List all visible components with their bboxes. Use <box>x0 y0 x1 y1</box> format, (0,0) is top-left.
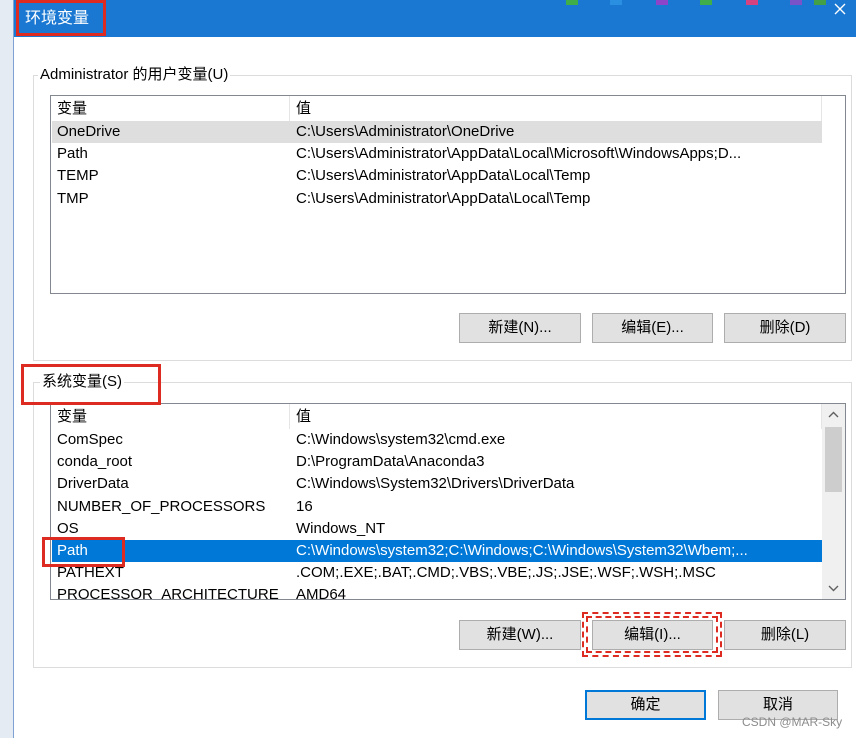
variable-value: AMD64 <box>296 586 347 600</box>
background-window-icon <box>700 0 712 5</box>
annotation-box-system-label <box>21 364 161 405</box>
close-icon <box>834 3 846 15</box>
variable-name: OneDrive <box>57 123 121 140</box>
variable-value: D:\ProgramData\Anaconda3 <box>296 453 485 471</box>
variable-value: C:\Users\Administrator\AppData\Local\Tem… <box>296 167 591 185</box>
variable-value: .COM;.EXE;.BAT;.CMD;.VBS;.VBE;.JS;.JSE;.… <box>296 564 716 582</box>
user-edit-button[interactable]: 编辑(E)... <box>592 313 713 343</box>
variable-name: PROCESSOR_ARCHITECTURE <box>57 586 279 600</box>
list-item[interactable]: conda_root D:\ProgramData\Anaconda3 <box>52 451 822 473</box>
variable-value: C:\Users\Administrator\AppData\Local\Mic… <box>296 145 742 163</box>
column-header-value[interactable]: 值 <box>290 404 822 429</box>
variable-value: 16 <box>296 497 313 515</box>
background-window-icon <box>610 0 622 5</box>
variable-name: conda_root <box>57 453 133 471</box>
list-rows: ComSpec C:\Windows\system32\cmd.exe cond… <box>52 429 822 600</box>
list-item[interactable]: Path C:\Windows\system32;C:\Windows;C:\W… <box>52 539 822 563</box>
watermark: CSDN @MAR-Sky <box>742 715 843 729</box>
variable-name: ComSpec <box>57 431 123 448</box>
title-bar[interactable]: 环境变量 <box>14 0 856 37</box>
variable-name: TEMP <box>57 167 99 185</box>
list-header: 变量 值 <box>51 96 822 121</box>
column-header-variable[interactable]: 变量 <box>51 404 290 429</box>
background-window-icon <box>790 0 802 5</box>
vertical-scrollbar[interactable] <box>822 404 845 599</box>
list-item[interactable]: PROCESSOR_ARCHITECTURE AMD64 <box>52 584 822 600</box>
list-rows: OneDrive C:\Users\Administrator\OneDrive… <box>52 121 822 210</box>
annotation-box-path-row <box>42 537 125 567</box>
chevron-down-icon <box>828 585 839 592</box>
environment-variables-dialog: 环境变量 Administrator 的用户变量(U) 变量 值 OneDriv… <box>0 0 856 738</box>
system-new-button[interactable]: 新建(W)... <box>459 620 581 650</box>
list-item[interactable]: DriverData C:\Windows\System32\Drivers\D… <box>52 473 822 495</box>
background-window-icon <box>746 0 758 5</box>
desktop-background-edge <box>0 0 14 738</box>
list-item[interactable]: TEMP C:\Users\Administrator\AppData\Loca… <box>52 165 822 187</box>
background-window-icon <box>566 0 578 5</box>
variable-name: Path <box>57 145 88 163</box>
chevron-up-icon <box>828 411 839 418</box>
list-item[interactable]: PATHEXT .COM;.EXE;.BAT;.CMD;.VBS;.VBE;.J… <box>52 562 822 584</box>
scroll-down-button[interactable] <box>822 577 845 599</box>
annotation-box-edit-button-inner <box>586 616 718 653</box>
scroll-up-button[interactable] <box>822 404 845 426</box>
variable-value: C:\Windows\System32\Drivers\DriverData <box>296 475 575 493</box>
list-item[interactable]: Path C:\Users\Administrator\AppData\Loca… <box>52 143 822 165</box>
list-item[interactable]: TMP C:\Users\Administrator\AppData\Local… <box>52 188 822 210</box>
system-variables-list[interactable]: 变量 值 ComSpec C:\Windows\system32\cmd.exe… <box>50 403 846 600</box>
variable-name: TMP <box>57 189 89 207</box>
background-window-icon <box>814 0 826 5</box>
annotation-box-title <box>16 0 106 36</box>
user-new-button[interactable]: 新建(N)... <box>459 313 581 343</box>
user-variables-label: Administrator 的用户变量(U) <box>38 66 231 84</box>
list-item[interactable]: NUMBER_OF_PROCESSORS 16 <box>52 496 822 518</box>
list-item[interactable]: OneDrive C:\Users\Administrator\OneDrive <box>52 121 822 144</box>
column-header-variable[interactable]: 变量 <box>51 96 290 121</box>
variable-value: C:\Users\Administrator\AppData\Local\Tem… <box>296 189 591 207</box>
system-delete-button[interactable]: 删除(L) <box>724 620 846 650</box>
variable-value: C:\Windows\system32;C:\Windows;C:\Window… <box>296 541 748 559</box>
column-header-value[interactable]: 值 <box>290 96 822 121</box>
close-button[interactable] <box>828 0 852 20</box>
scrollbar-thumb[interactable] <box>825 427 842 492</box>
variable-value: C:\Windows\system32\cmd.exe <box>296 431 506 448</box>
variable-name: NUMBER_OF_PROCESSORS <box>57 497 266 515</box>
list-item[interactable]: OS Windows_NT <box>52 518 822 540</box>
list-item[interactable]: ComSpec C:\Windows\system32\cmd.exe <box>52 429 822 451</box>
variable-value: Windows_NT <box>296 519 386 537</box>
background-window-icon <box>656 0 668 5</box>
user-delete-button[interactable]: 删除(D) <box>724 313 846 343</box>
list-header: 变量 值 <box>51 404 822 429</box>
variable-value: C:\Users\Administrator\OneDrive <box>296 123 515 140</box>
ok-button[interactable]: 确定 <box>585 690 706 720</box>
variable-name: DriverData <box>57 475 129 493</box>
user-variables-list[interactable]: 变量 值 OneDrive C:\Users\Administrator\One… <box>50 95 846 294</box>
